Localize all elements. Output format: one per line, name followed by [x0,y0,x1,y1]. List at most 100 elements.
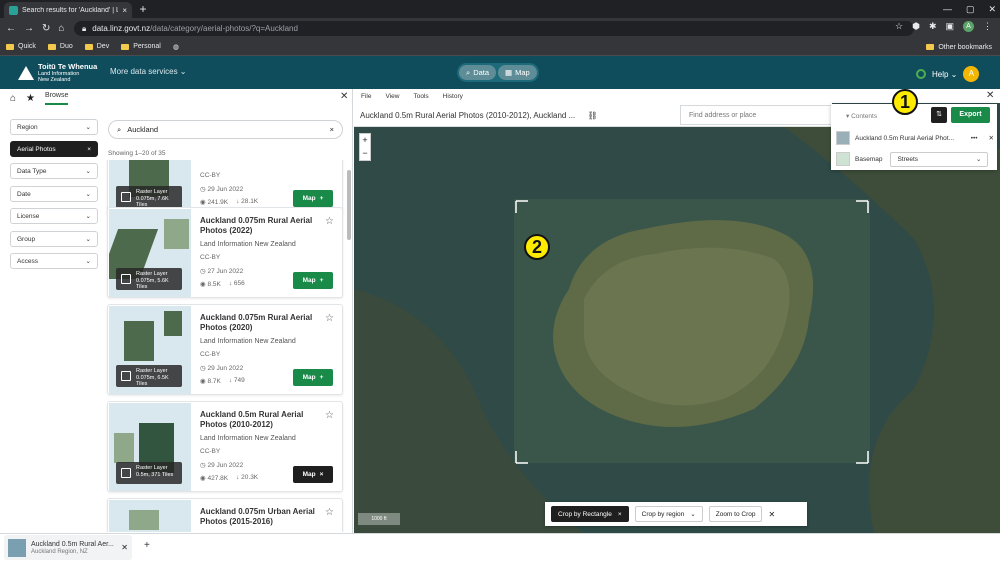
maximize-icon[interactable]: ▢ [966,4,975,15]
remove-filter-icon[interactable]: × [87,146,91,153]
chevron-down-icon: ⌄ [85,258,91,265]
map-view-button[interactable]: ▦ Map [498,65,537,80]
download-item[interactable]: Auckland 0.5m Rural Aer... Auckland Regi… [4,535,132,560]
filter-date[interactable]: Date ⌄ [10,186,98,202]
reload-icon[interactable]: ↻ [42,23,50,34]
export-button[interactable]: Export [951,107,990,123]
add-to-map-button[interactable]: Map + [293,272,333,289]
minimize-icon[interactable]: — [943,4,952,14]
data-view-button[interactable]: ⌕ Data [459,65,497,80]
new-tab-button[interactable]: + [136,2,150,16]
bookmark-duo[interactable]: Duo [47,43,73,50]
zoom-in-button[interactable]: + [360,134,370,147]
favourite-star-icon[interactable]: ☆ [325,216,334,227]
help-menu[interactable]: Help ⌄ [932,70,957,79]
date-value: 29 Jun 2022 [207,186,244,193]
menu-file[interactable]: File [361,93,371,100]
bookmark-quick[interactable]: Quick [6,43,36,50]
logo-mark-icon [18,66,34,80]
other-bookmarks[interactable]: Other bookmarks [926,38,992,56]
filter-data-type[interactable]: Data Type ⌄ [10,163,98,179]
add-to-map-button[interactable]: Map + [293,369,333,386]
status-icon[interactable] [916,69,926,79]
results-scrollbar[interactable] [347,170,351,240]
filter-label: Date [17,190,31,198]
close-download-icon[interactable]: ✕ [121,543,128,552]
crop-rect-label: Crop by Rectangle [558,510,612,518]
tab-close-button[interactable]: × [122,6,127,15]
browser-tab[interactable]: Search results for 'Auckland' | LIN... × [4,2,132,18]
layer-row-label: Auckland 0.5m Rural Aerial Phot... [855,134,954,142]
bookmark-star-icon[interactable]: ☆ [895,21,903,32]
address-bar[interactable]: 🔒︎ data.linz.govt.nz/data/category/aeria… [74,21,914,36]
menu-view[interactable]: View [385,93,399,100]
zoom-out-button[interactable]: − [360,147,370,160]
extension-icon[interactable]: ⬢ [912,21,920,32]
favourite-star-icon[interactable]: ☆ [325,313,334,324]
result-title[interactable]: Auckland 0.075m Rural Aerial Photos (202… [200,313,320,333]
close-crop-icon[interactable]: ✕ [768,510,775,519]
favourite-star-icon[interactable]: ☆ [325,507,334,518]
result-title[interactable]: Auckland 0.075m Urban Aerial Photos (201… [200,507,320,527]
more-data-services-menu[interactable]: More data services ⌄ [110,67,187,76]
filter-group[interactable]: Group ⌄ [10,231,98,247]
download-shelf [0,533,1000,562]
bookmark-personal[interactable]: Personal [121,43,161,50]
search-input[interactable]: ⌕ Auckland × [108,120,343,139]
linz-logo[interactable]: Toitū Te Whenua Land Information New Zea… [18,63,97,83]
menu-history[interactable]: History [443,93,463,100]
contents-toggle[interactable]: ▾ Contents [846,112,877,120]
file-icon [8,538,26,557]
place-search-input[interactable]: Find address or place [680,105,836,125]
download-name: Auckland 0.5m Rural Aer... [31,540,114,548]
more-options-icon[interactable]: ••• [971,135,978,142]
date-value: 29 Jun 2022 [207,462,244,469]
add-download-icon[interactable]: + [144,540,150,551]
add-to-map-button[interactable]: Map + [293,190,333,207]
folder-icon [121,43,130,50]
globe-icon[interactable]: ◍ [173,43,179,51]
user-avatar[interactable]: A [963,66,980,82]
result-card[interactable]: Auckland 0.075m Urban Aerial Photos (201… [107,498,343,532]
layer-row[interactable]: Auckland 0.5m Rural Aerial Phot... ••• ✕ [836,129,994,147]
close-window-icon[interactable]: ✕ [988,4,996,15]
logo-name: Toitū Te Whenua [38,62,98,71]
swap-layers-button[interactable]: ⇅ [931,107,947,123]
result-card[interactable]: Raster Layer 0.075m, 6.5K Tiles Auckland 0… [107,304,343,395]
filter-aerial-photos[interactable]: Aerial Photos × [10,141,98,157]
result-title[interactable]: Auckland 0.075m Rural Aerial Photos (202… [200,216,320,236]
sidepanel-icon[interactable]: ▣ [945,21,954,32]
menu-tools[interactable]: Tools [413,93,428,100]
link-icon[interactable]: ⛓ [587,111,597,120]
bookmark-dev[interactable]: Dev [84,43,109,50]
favourite-star-icon[interactable]: ☆ [325,410,334,421]
favourites-star-icon[interactable]: ★ [26,93,35,104]
tab-browse[interactable]: Browse [45,92,69,105]
profile-avatar[interactable]: A [963,21,974,32]
close-panel-icon[interactable]: ✕ [340,91,348,102]
raster-icon [121,192,131,202]
crop-by-rectangle-button[interactable]: Crop by Rectangle × [551,506,629,522]
filter-region[interactable]: Region ⌄ [10,119,98,135]
crop-by-region-button[interactable]: Crop by region ⌄ [634,506,703,522]
filter-license[interactable]: License ⌄ [10,208,98,224]
home-icon[interactable]: ⌂ [58,23,64,34]
remove-from-map-button[interactable]: Map × [293,466,333,483]
result-title[interactable]: Auckland 0.5m Rural Aerial Photos (2010-… [200,410,320,430]
date-value: 29 Jun 2022 [207,365,244,372]
filter-access[interactable]: Access ⌄ [10,253,98,269]
result-card[interactable]: Raster Layer 0.075m, 5.6K Tiles Auckland 0… [107,207,343,298]
puzzle-icon[interactable]: ✱ [929,21,937,32]
clear-search-icon[interactable]: × [330,125,334,134]
remove-layer-icon[interactable]: ✕ [989,134,994,142]
kebab-menu-icon[interactable]: ⋮ [983,21,992,32]
back-icon[interactable]: ← [6,23,16,34]
close-map-icon[interactable]: ✕ [986,90,994,101]
basemap-select[interactable]: Streets ⌄ [890,151,989,167]
home-icon[interactable]: ⌂ [10,93,16,104]
zoom-to-crop-button[interactable]: Zoom to Crop [708,506,763,522]
result-license: CC-BY [200,172,221,179]
result-card[interactable]: Raster Layer 0.5m, 371 Tiles Auckland 0.5… [107,401,343,492]
forward-icon[interactable]: → [24,23,34,34]
layer-title-text: Auckland 0.5m Rural Aerial Photos (2010-… [360,111,576,120]
